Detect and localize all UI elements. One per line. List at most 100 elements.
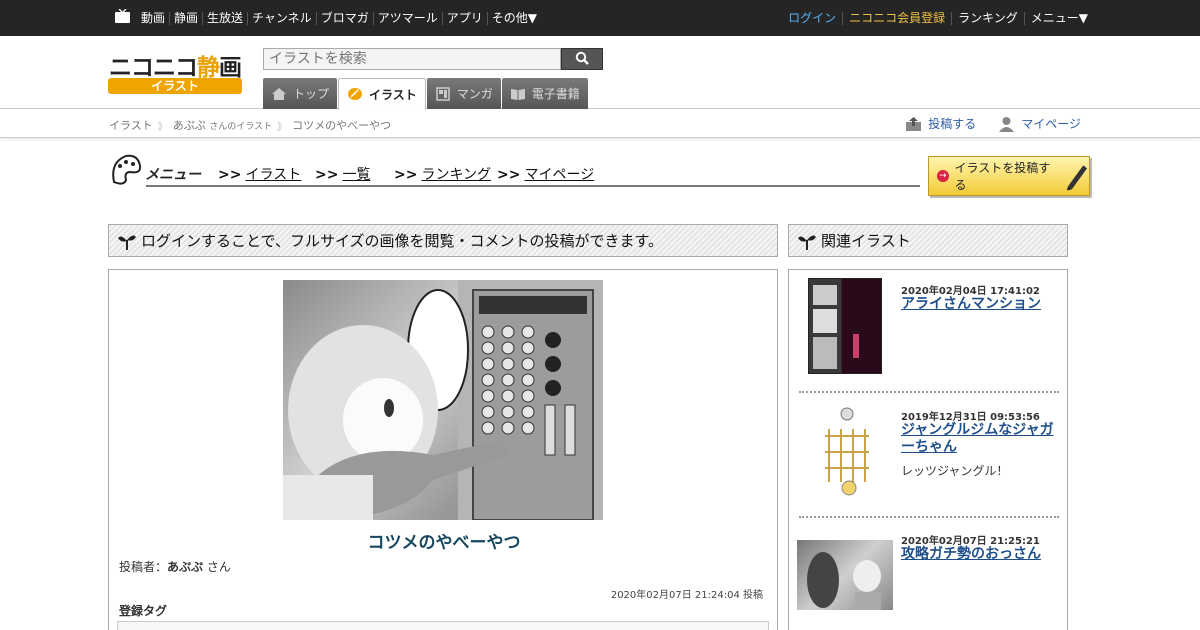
illust-title: コツメのやべーやつ [367, 533, 521, 553]
menu-link-illust[interactable]: >> イラスト [218, 164, 301, 184]
global-top-bar: 動画 静画 生放送 チャンネル ブロマガ アツマール アプリ その他▼ ログイン… [0, 0, 1200, 36]
related-title[interactable]: ジャングルジムなジャガーちゃん [901, 422, 1061, 456]
related-thumbnail[interactable] [811, 404, 881, 500]
related-date: 2019年12月31日 09:53:56 [901, 412, 1040, 423]
ranking-link[interactable]: ランキング [952, 11, 1025, 25]
tags-heading: 登録タグ [119, 604, 168, 618]
home-icon [272, 87, 286, 100]
sprout-icon [118, 235, 136, 250]
related-thumbnail[interactable] [808, 278, 882, 374]
search-input[interactable] [263, 48, 561, 70]
nav-atsumaru[interactable]: アツマール [374, 11, 443, 25]
mypage-link[interactable]: マイページ [998, 115, 1081, 132]
related-illusts: 2020年02月04日 17:41:02 アライさんマンション 2019年12月… [788, 269, 1068, 630]
logo-wordmark: ニコニコ静画 [109, 55, 242, 81]
menu-link-list[interactable]: >> 一覧 [315, 164, 370, 184]
menu-underline [146, 185, 920, 187]
menu-title: メニュー [145, 167, 201, 183]
nav-live[interactable]: 生放送 [203, 11, 249, 25]
tab-top[interactable]: トップ [263, 78, 338, 109]
related-date: 2020年02月04日 17:41:02 [901, 286, 1040, 297]
search-button[interactable] [561, 48, 603, 70]
nav-other[interactable]: その他▼ [488, 11, 541, 25]
tab-top-label: トップ [293, 87, 330, 101]
nav-app[interactable]: アプリ [443, 11, 488, 25]
tab-illust[interactable]: イラスト [338, 78, 426, 110]
menu-link-ranking[interactable]: >> ランキング [394, 164, 491, 184]
breadcrumb-current: コツメのやべーやつ [292, 119, 392, 132]
post-illust-label: イラストを投稿する [954, 161, 1051, 192]
illust-menu: メニュー >> イラスト >> 一覧 >> ランキング >> マイページ → イラストを… [108, 152, 1090, 198]
related-description: レッツジャングル！ [901, 464, 1009, 478]
poster-line: 投稿者：あぷぷ さん [119, 558, 231, 575]
related-title[interactable]: アライさんマンション [901, 296, 1061, 313]
related-item[interactable]: 2020年02月04日 17:41:02 アライさんマンション [797, 278, 1059, 374]
menu-dropdown[interactable]: メニュー▼ [1025, 11, 1088, 25]
related-header: 関連イラスト [788, 224, 1068, 257]
arrow-right-icon: → [937, 170, 949, 182]
related-thumb-art [807, 552, 881, 610]
account-nav: ログイン ニコニコ会員登録 ランキング メニュー▼ [782, 0, 1088, 36]
post-link[interactable]: 投稿する [905, 115, 976, 132]
pen-nib-icon [348, 88, 363, 100]
illust-artwork [283, 280, 603, 520]
niconico-tv-icon[interactable] [114, 9, 131, 24]
poster-label: 投稿者： [119, 560, 168, 574]
tag-list [117, 621, 769, 630]
tab-manga-label: マンガ [456, 87, 493, 101]
illust-image[interactable] [283, 280, 603, 520]
login-notice-header: ログインすることで、フルサイズの画像を閲覧・コメントの投稿ができます。 [108, 224, 778, 257]
site-header: ニコニコ静画 イラスト トップ イラスト マンガ 電子書籍 [0, 36, 1200, 110]
related-heading: 関連イラスト [821, 232, 911, 250]
tab-manga[interactable]: マンガ [426, 78, 501, 109]
section-tabs: トップ イラスト マンガ 電子書籍 [263, 78, 589, 110]
related-item[interactable]: 2019年12月31日 09:53:56 ジャングルジムなジャガーちゃん レッツ… [797, 404, 1059, 500]
nav-douga[interactable]: 動画 [137, 11, 171, 25]
seiga-logo[interactable]: ニコニコ静画 イラスト [108, 48, 242, 95]
nav-channel[interactable]: チャンネル [248, 11, 317, 25]
user-icon [999, 116, 1015, 132]
tab-ebook-label: 電子書籍 [531, 87, 580, 101]
post-illust-button[interactable]: → イラストを投稿する [928, 156, 1090, 196]
tab-ebook[interactable]: 電子書籍 [501, 78, 588, 109]
breadcrumb-illust[interactable]: イラスト [109, 117, 153, 133]
login-link[interactable]: ログイン [782, 11, 844, 25]
pen-icon [1066, 165, 1088, 191]
search-icon [575, 51, 589, 65]
poster-suffix: さん [206, 560, 231, 574]
posted-timestamp: 2020年02月07日 21:24:04 投稿 [610, 590, 763, 601]
related-date: 2020年02月07日 21:25:21 [901, 536, 1040, 547]
poster-name[interactable]: あぷぷ [167, 560, 203, 574]
breadcrumb-user[interactable]: あぷぷ [173, 117, 206, 133]
related-divider [799, 516, 1059, 518]
breadcrumb-user-suffix[interactable]: さんのイラスト [209, 119, 272, 132]
nav-blomaga[interactable]: ブロマガ [317, 11, 374, 25]
palette-icon [112, 154, 142, 185]
upload-icon [906, 116, 922, 131]
search-box [263, 48, 603, 70]
post-link-label: 投稿する [928, 117, 977, 131]
related-title[interactable]: 攻略ガチ勢のおっさん [901, 546, 1061, 563]
related-thumb-art [813, 285, 859, 369]
breadcrumb: イラスト 》 あぷぷ さんのイラスト 》 コツメのやべーやつ [109, 117, 391, 133]
manga-icon [436, 86, 450, 101]
breadcrumb-bar: イラスト 》 あぷぷ さんのイラスト 》 コツメのやべーやつ 投稿する マイペー… [0, 110, 1200, 138]
related-thumbnail[interactable] [797, 540, 893, 610]
tab-illust-label: イラスト [369, 87, 417, 102]
breadcrumb-separator-icon: 》 [157, 121, 168, 133]
related-divider [799, 391, 1059, 393]
login-notice-text: ログインすることで、フルサイズの画像を閲覧・コメントの投稿ができます。 [141, 232, 664, 250]
sprout-icon [798, 235, 816, 250]
logo-subtitle: イラスト [108, 78, 242, 94]
global-nav: 動画 静画 生放送 チャンネル ブロマガ アツマール アプリ その他▼ [137, 0, 541, 36]
related-thumb-art [825, 407, 869, 496]
mypage-link-label: マイページ [1021, 117, 1081, 131]
menu-link-mypage[interactable]: >> マイページ [497, 164, 594, 184]
nav-seiga[interactable]: 静画 [170, 11, 204, 25]
illust-detail: コツメのやべーやつ 投稿者：あぷぷ さん 2020年02月07日 21:24:0… [108, 269, 778, 630]
related-item[interactable]: 2020年02月07日 21:25:21 攻略ガチ勢のおっさん [797, 528, 1059, 610]
register-link[interactable]: ニコニコ会員登録 [843, 11, 953, 25]
book-icon [510, 88, 525, 100]
header-actions: 投稿する マイページ [883, 115, 1081, 132]
breadcrumb-separator-icon: 》 [277, 121, 288, 133]
